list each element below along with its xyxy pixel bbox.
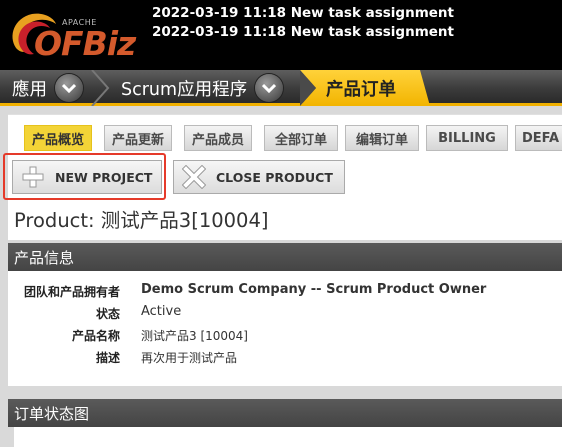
subtab-edit-order[interactable]: 编辑订单 — [345, 125, 419, 151]
subtab-product-members[interactable]: 产品成员 — [184, 125, 252, 151]
ofbiz-logo[interactable]: APACHE OFBiz — [4, 4, 144, 66]
product-info-panel: 团队和产品拥有者 Demo Scrum Company -- Scrum Pro… — [8, 271, 562, 386]
logo-text: OFBiz — [34, 24, 136, 63]
info-value: 再次用于测试产品 — [141, 351, 238, 365]
info-row: 状态 Active — [8, 302, 562, 324]
close-icon — [182, 165, 206, 189]
info-value: 测试产品3 [10004] — [141, 329, 248, 343]
info-label: 状态 — [95, 307, 120, 321]
info-value: Demo Scrum Company -- Scrum Product Owne… — [141, 282, 487, 297]
close-product-button[interactable]: CLOSE PRODUCT — [173, 160, 345, 194]
app-tab-product-backlog[interactable]: 产品订单 — [300, 70, 430, 106]
close-product-label: CLOSE PRODUCT — [216, 169, 333, 185]
order-status-header[interactable]: 订单状态图 — [8, 399, 562, 427]
alert-message[interactable]: 2022-03-19 11:18 New task assignment — [152, 23, 454, 42]
chevron-down-icon[interactable] — [255, 74, 284, 102]
info-value: Active — [141, 304, 182, 319]
subtab-billing[interactable]: BILLING — [426, 125, 508, 151]
info-row: 描述 再次用于测试产品 — [8, 346, 562, 368]
alert-messages: 2022-03-19 11:18 New task assignment 202… — [152, 4, 454, 41]
sub-navigation: 产品概览 产品更新 产品成员 全部订单 编辑订单 BILLING DEFA — [8, 114, 562, 154]
info-label: 团队和产品拥有者 — [23, 285, 120, 299]
alert-message[interactable]: 2022-03-19 11:18 New task assignment — [152, 4, 454, 23]
app-tab-apps[interactable]: 應用 — [12, 70, 83, 106]
panel-title: 产品信息 — [14, 248, 75, 267]
product-info-header[interactable]: 产品信息 — [8, 243, 562, 271]
app-tab-scrum[interactable]: Scrum应用程序 — [121, 70, 284, 106]
chevron-down-icon[interactable] — [55, 74, 83, 102]
subtab-default[interactable]: DEFA — [515, 125, 562, 151]
info-label: 产品名称 — [71, 329, 120, 343]
app-tab-label: 應用 — [12, 79, 47, 100]
page-title: Product: 测试产品3[10004] — [14, 209, 269, 232]
app-tab-bar: 應用 Scrum应用程序 — [0, 70, 562, 106]
panel-title: 订单状态图 — [14, 404, 90, 423]
subtab-product-overview[interactable]: 产品概览 — [24, 125, 92, 151]
info-row: 团队和产品拥有者 Demo Scrum Company -- Scrum Pro… — [8, 280, 562, 302]
order-status-panel — [8, 427, 562, 447]
info-row: 产品名称 测试产品3 [10004] — [8, 324, 562, 346]
top-header: APACHE OFBiz 2022-03-19 11:18 New task a… — [0, 0, 562, 70]
subtab-product-update[interactable]: 产品更新 — [104, 125, 172, 151]
highlight-box — [3, 153, 166, 200]
info-label: 描述 — [95, 351, 120, 365]
app-tab-label: Scrum应用程序 — [121, 79, 248, 100]
subtab-all-orders[interactable]: 全部订单 — [264, 125, 338, 151]
app-tab-label: 产品订单 — [326, 80, 396, 100]
tab-separator-icon — [91, 70, 110, 106]
title-area: Product: 测试产品3[10004] — [8, 200, 562, 240]
